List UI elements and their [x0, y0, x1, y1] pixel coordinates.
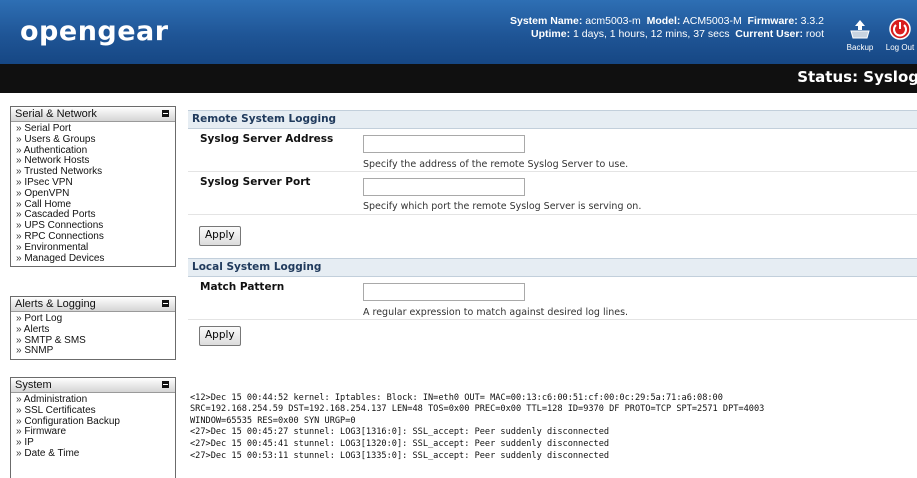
syslog-output: <12>Dec 15 00:44:52 kernel: Iptables: Bl… — [190, 381, 764, 474]
sidebar-item-firmware[interactable]: » Firmware — [16, 426, 175, 438]
sidebar-section-title: Serial & Network — [15, 108, 97, 120]
opengear-logo: opengear — [20, 16, 169, 47]
sidebar-section-header: System — [11, 378, 175, 393]
match-pattern-row: Match Pattern A regular expression to ma… — [188, 277, 917, 320]
system-name: acm5003-m — [585, 15, 641, 27]
match-pattern-hint: A regular expression to match against de… — [363, 307, 629, 318]
collapse-icon[interactable] — [162, 300, 169, 307]
syslog-address-hint: Specify the address of the remote Syslog… — [363, 159, 629, 170]
syslog-port-label: Syslog Server Port — [200, 176, 311, 188]
collapse-icon[interactable] — [162, 110, 169, 117]
page-title-bar: Status: Syslog — [0, 64, 917, 93]
match-pattern-label: Match Pattern — [200, 281, 285, 293]
log-line: SRC=192.168.254.59 DST=192.168.254.137 L… — [190, 404, 765, 415]
sidebar-item-snmp[interactable]: » SNMP — [16, 345, 175, 357]
logout-label: Log Out — [885, 43, 915, 52]
backup-icon — [850, 20, 870, 39]
page-title: Status: Syslog — [797, 68, 917, 86]
backup-label: Backup — [846, 43, 874, 52]
sidebar-section-header: Serial & Network — [11, 107, 175, 122]
main-content: Remote System Logging Syslog Server Addr… — [188, 110, 917, 360]
syslog-port-hint: Specify which port the remote Syslog Ser… — [363, 201, 642, 212]
uptime: 1 days, 1 hours, 12 mins, 37 secs — [573, 28, 730, 40]
logout-button[interactable]: Log Out — [880, 17, 917, 52]
power-icon — [889, 18, 911, 40]
remote-apply-row: Apply — [188, 215, 917, 258]
current-user: root — [805, 28, 824, 40]
firmware-version: 3.3.2 — [800, 15, 824, 27]
syslog-port-input[interactable] — [363, 178, 525, 196]
sidebar-item-date-time[interactable]: » Date & Time — [16, 448, 175, 460]
backup-button[interactable]: Backup — [843, 17, 877, 52]
log-line: <27>Dec 15 00:45:27 stunnel: LOG3[1316:0… — [190, 427, 610, 438]
top-header: opengear System Name: acm5003-m Model: A… — [0, 0, 917, 64]
collapse-icon[interactable] — [162, 381, 169, 388]
sidebar-alerts-logging: Alerts & Logging » Port Log » Alerts » S… — [10, 296, 176, 361]
syslog-address-row: Syslog Server Address Specify the addres… — [188, 129, 917, 172]
log-line: <27>Dec 15 00:45:41 stunnel: LOG3[1320:0… — [190, 438, 610, 449]
local-logging-header: Local System Logging — [188, 258, 917, 277]
syslog-address-label: Syslog Server Address — [200, 133, 334, 145]
log-line: <12>Dec 15 00:44:52 kernel: Iptables: Bl… — [190, 392, 723, 403]
sidebar-system: System » Administration » SSL Certificat… — [10, 377, 176, 478]
local-apply-row: Apply — [188, 320, 917, 360]
syslog-port-row: Syslog Server Port Specify which port th… — [188, 172, 917, 215]
local-apply-button[interactable]: Apply — [199, 326, 241, 346]
model: ACM5003-M — [682, 15, 742, 27]
sidebar-section-title: Alerts & Logging — [15, 298, 96, 310]
sidebar-item-managed-devices[interactable]: » Managed Devices — [16, 253, 175, 265]
match-pattern-input[interactable] — [363, 283, 525, 301]
syslog-address-input[interactable] — [363, 135, 525, 153]
sidebar-serial-network: Serial & Network » Serial Port » Users &… — [10, 106, 176, 268]
system-info: System Name: acm5003-m Model: ACM5003-M … — [509, 15, 824, 40]
log-line: <27>Dec 15 00:53:11 stunnel: LOG3[1335:0… — [190, 450, 610, 461]
remote-apply-button[interactable]: Apply — [199, 226, 241, 246]
log-line: WINDOW=65535 RES=0x00 SYN URGP=0 — [190, 415, 356, 426]
sidebar-section-header: Alerts & Logging — [11, 297, 175, 312]
sidebar-section-title: System — [15, 379, 52, 391]
remote-logging-header: Remote System Logging — [188, 110, 917, 129]
